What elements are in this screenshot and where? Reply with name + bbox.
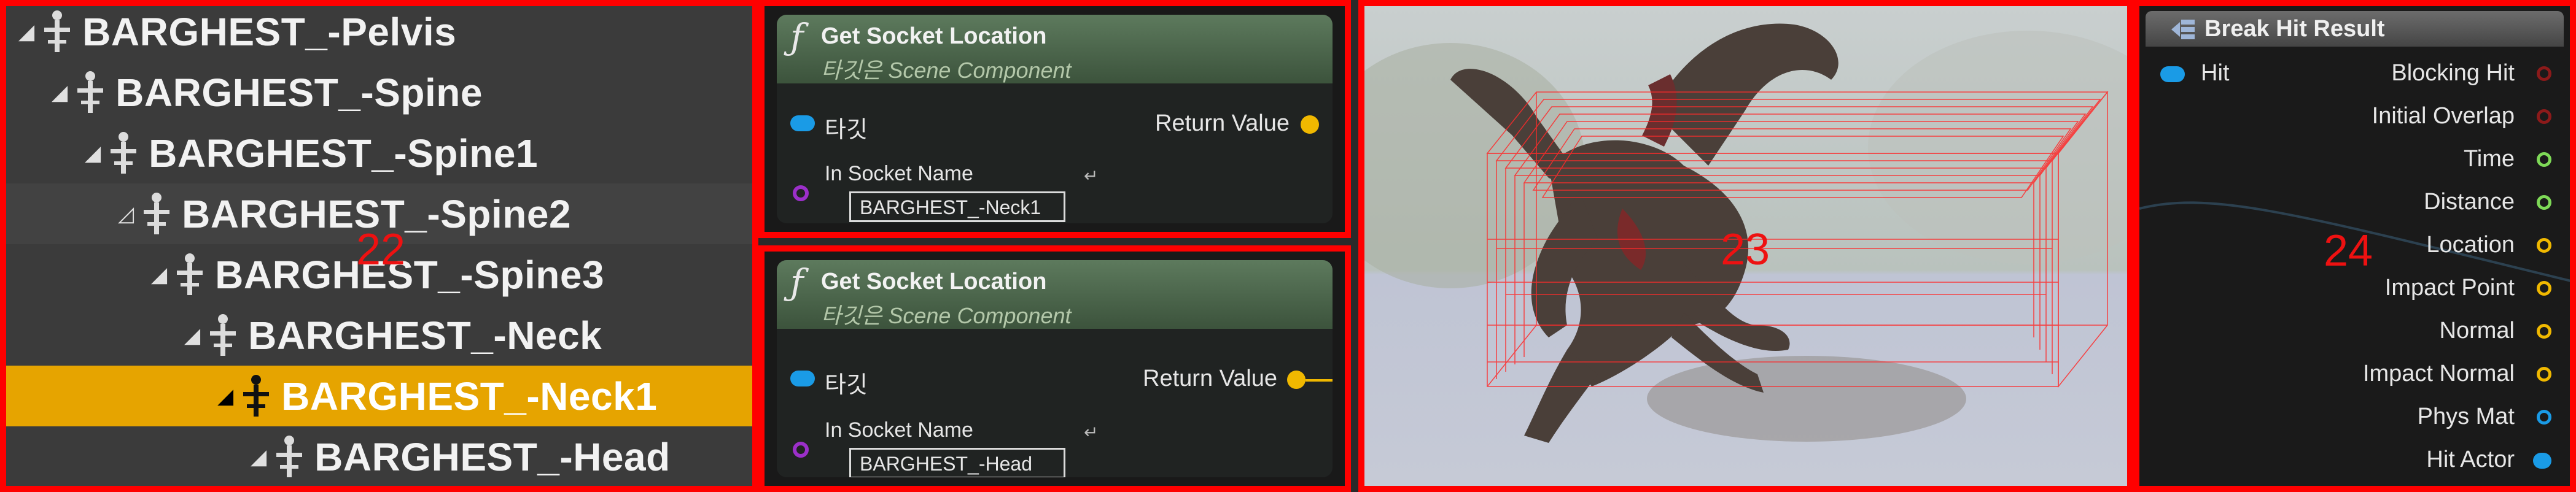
viewport-panel[interactable]: 23 [1358,0,2133,492]
output-pin-label: Initial Overlap [2372,103,2515,129]
expand-arrow-icon[interactable]: ◿ [118,202,134,226]
bone-row[interactable]: ◢ BARGHEST_-Spine [6,62,752,123]
bone-icon [77,71,104,113]
bool-icon[interactable] [2537,66,2551,81]
socket-name-field[interactable]: BARGHEST_-Neck1 [849,191,1065,222]
node-subtitle: 타깃은 Scene Component [821,303,1072,328]
bone-row[interactable]: ◢ BARGHEST_-Head [6,426,752,486]
bone-row[interactable]: ◢ BARGHEST_-Spine1 [6,123,752,183]
output-pin-label: Time [2463,146,2515,172]
return-value-label: Return Value [1143,366,1277,391]
bone-label: BARGHEST_-Neck1 [281,374,658,418]
node-header: ƒ Get Socket Location 타깃은 Scene Componen… [777,260,1333,329]
vector-icon[interactable] [2537,281,2551,296]
skeleton-tree-panel: ◢ BARGHEST_-Pelvis ◢ BARGHEST_-Spine ◢ BARGHE… [0,0,758,492]
bone-row[interactable]: ◢ BARGHEST_-Neck1 [6,366,752,426]
annotation-marker-23: 23 [1721,225,1770,274]
bone-label: BARGHEST_-Spine3 [215,252,605,297]
function-icon: ƒ [790,261,804,303]
socket-name-pin-icon[interactable] [793,185,809,201]
bone-label: BARGHEST_-Neck [248,313,602,358]
bone-label: BARGHEST_-Spine [115,70,483,115]
object-icon[interactable] [2537,410,2551,425]
expand-arrow-icon[interactable]: ◢ [184,323,200,348]
socket-node-panel-neck1: ƒ Get Socket Location 타깃은 Scene Componen… [758,0,1351,238]
node-title: Break Hit Result [2204,16,2385,42]
vector-icon[interactable] [2537,367,2551,382]
socket-name-field[interactable]: BARGHEST_-Head [849,448,1065,477]
float-icon[interactable] [2537,195,2551,210]
target-pin-icon[interactable] [790,115,815,131]
break-struct-icon [2171,20,2195,39]
vector-icon[interactable] [2537,324,2551,339]
vector-icon[interactable] [2537,238,2551,253]
socket-name-label: In Socket Name [825,418,973,442]
expand-arrow-icon[interactable]: ◢ [18,20,34,44]
bone-row[interactable]: ◢ BARGHEST_-Neck [6,305,752,366]
bone-icon [276,435,303,477]
hit-input-label: Hit [2201,60,2230,86]
bool-icon[interactable] [2537,109,2551,124]
bone-row[interactable]: ◢ BARGHEST_-Pelvis [6,6,752,62]
bone-icon [177,253,203,295]
bone-label: BARGHEST_-Head [314,434,671,479]
expand-arrow-icon[interactable]: ◢ [52,80,68,105]
target-pin-label: 타깃 [825,117,868,143]
get-socket-location-node[interactable]: ƒ Get Socket Location 타깃은 Scene Componen… [777,15,1333,223]
socket-node-panel-head: ƒ Get Socket Location 타깃은 Scene Componen… [758,245,1351,492]
output-pin-label: Hit Actor [2426,447,2515,472]
expand-arrow-icon[interactable]: ◢ [251,445,267,469]
expand-arrow-icon[interactable]: ◢ [85,141,101,166]
output-pin-label: Normal [2439,318,2515,344]
return-glyph-icon: ↵ [1084,423,1099,442]
bone-icon [144,192,170,234]
bone-label: BARGHEST_-Spine1 [149,131,539,175]
float-icon[interactable] [2537,152,2551,167]
bone-icon [210,313,236,356]
target-pin-icon[interactable] [790,371,815,386]
return-glyph-icon: ↵ [1084,166,1099,185]
return-value-label: Return Value [1155,110,1290,136]
node-subtitle: 타깃은 Scene Component [821,58,1072,83]
socket-name-label: In Socket Name [825,162,973,185]
node-title: Get Socket Location [821,269,1047,294]
annotation-marker-24: 24 [2324,226,2373,275]
output-pin-label: Impact Point [2384,275,2515,301]
get-socket-location-node[interactable]: ƒ Get Socket Location 타깃은 Scene Componen… [777,260,1333,477]
bone-icon [243,374,270,417]
expand-arrow-icon[interactable]: ◢ [217,384,233,409]
hit-input-pin-icon[interactable] [2160,66,2185,82]
output-pin-label: Impact Normal [2362,361,2515,386]
object-icon[interactable] [2533,453,2551,469]
output-pin-label: Location [2426,232,2515,258]
return-value-pin-icon[interactable] [1301,115,1319,134]
node-header[interactable]: Break Hit Result [2146,11,2564,47]
expand-arrow-icon[interactable]: ◢ [151,263,167,287]
bone-icon [111,131,137,174]
socket-name-pin-icon[interactable] [793,442,809,458]
function-icon: ƒ [790,16,804,58]
node-title: Get Socket Location [821,23,1047,49]
annotation-marker-22: 22 [356,225,406,274]
output-pin-label: Phys Mat [2417,404,2515,429]
break-hit-result-panel: Break Hit Result Hit Blocking Hit Initial… [2133,0,2576,492]
bone-icon [44,10,71,52]
output-pin-label: Blocking Hit [2391,60,2515,86]
output-pin-label: Distance [2424,189,2515,215]
connection-wire [1306,379,1333,382]
bone-label: BARGHEST_-Pelvis [82,9,457,54]
target-pin-label: 타깃 [825,372,868,398]
return-value-pin-icon[interactable] [1287,371,1306,389]
node-header: ƒ Get Socket Location 타깃은 Scene Componen… [777,15,1333,83]
creature-shadow [1647,356,1966,442]
